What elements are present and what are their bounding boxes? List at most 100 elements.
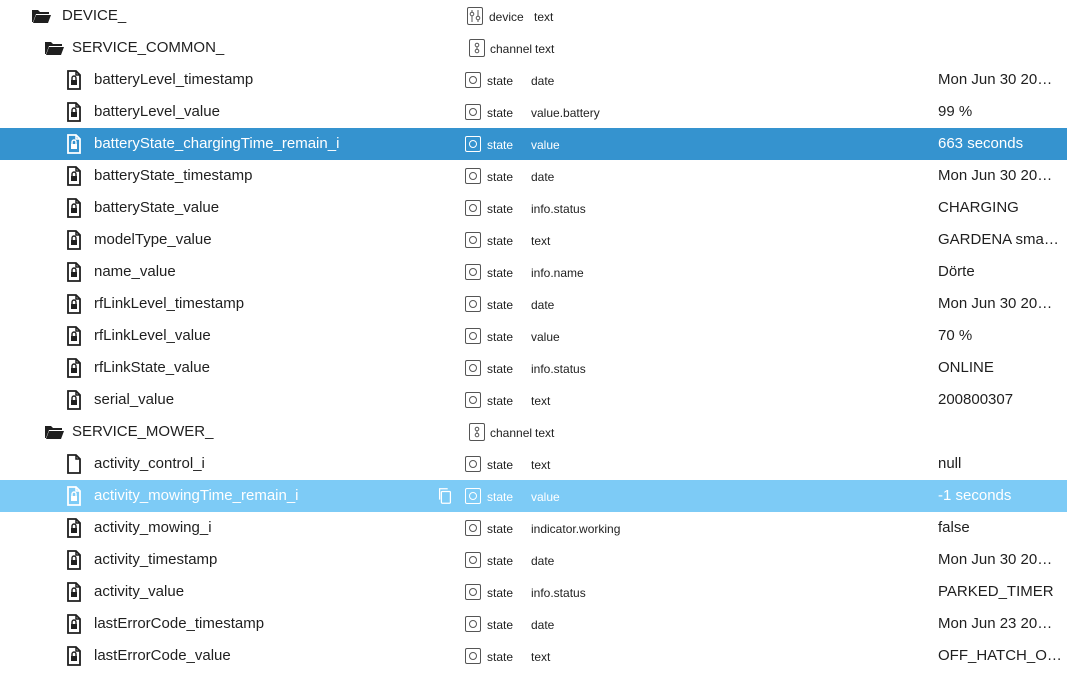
state-row[interactable]: batteryState_chargingTime_remain_i state v…: [0, 128, 1067, 160]
state-circle-icon: [465, 552, 481, 568]
state-circle-icon: [465, 72, 481, 88]
folder-open-icon: [32, 10, 51, 23]
state-type: state: [487, 266, 514, 280]
state-value: 99 %: [938, 103, 973, 120]
state-row[interactable]: name_value state info.name Dörte: [0, 256, 1067, 288]
state-circle-dot: [469, 204, 477, 212]
state-type: state: [487, 554, 514, 568]
state-role: text: [531, 234, 551, 248]
state-value: CHARGING: [938, 199, 1019, 216]
state-name: activity_mowingTime_remain_i: [94, 487, 299, 504]
file-lock-icon: [67, 166, 81, 186]
state-role: info.status: [531, 362, 586, 376]
state-name: lastErrorCode_timestamp: [94, 615, 265, 632]
channel-type: channel: [490, 426, 533, 440]
channel-type: channel: [490, 42, 533, 56]
object-tree: DEVICE_ device text SERVICE_COMMON_ channel t…: [0, 0, 1067, 679]
state-value: Mon Jun 30 20…: [938, 295, 1053, 312]
state-row[interactable]: activity_mowingTime_remain_i state value -1…: [0, 480, 1067, 512]
state-circle-icon: [465, 584, 481, 600]
channel-row[interactable]: SERVICE_COMMON_ channel text: [0, 32, 1067, 64]
state-circle-dot: [469, 332, 477, 340]
state-circle-icon: [465, 264, 481, 280]
state-value: 663 seconds: [938, 135, 1024, 152]
state-value: PARKED_TIMER: [938, 583, 1054, 600]
state-role: text: [531, 394, 551, 408]
state-circle-dot: [469, 620, 477, 628]
channel-role: text: [535, 426, 555, 440]
state-row[interactable]: rfLinkLevel_timestamp state date Mon Jun 30…: [0, 288, 1067, 320]
file-lock-icon: [67, 582, 81, 602]
state-value: OFF_HATCH_O…: [938, 647, 1062, 664]
state-row[interactable]: serial_value state text 200800307: [0, 384, 1067, 416]
state-value: 70 %: [938, 327, 973, 344]
state-type: state: [487, 490, 514, 504]
state-name: serial_value: [94, 391, 175, 408]
state-role: info.status: [531, 202, 586, 216]
state-type: state: [487, 458, 514, 472]
file-lock-icon: [67, 326, 81, 346]
channel-name: SERVICE_COMMON_: [72, 39, 225, 56]
state-circle-dot: [469, 108, 477, 116]
state-row[interactable]: activity_value state info.status PARKED_TIM…: [0, 576, 1067, 608]
state-name: rfLinkState_value: [94, 359, 210, 376]
state-name: modelType_value: [94, 231, 212, 248]
state-row[interactable]: lastErrorCode_value state text OFF_HATCH_O…: [0, 640, 1067, 672]
state-row[interactable]: activity_mowing_i state indicator.working f…: [0, 512, 1067, 544]
state-circle-dot: [469, 140, 477, 148]
state-circle-dot: [469, 556, 477, 564]
file-icon: [67, 454, 81, 474]
state-circle-icon: [465, 200, 481, 216]
state-type: state: [487, 170, 514, 184]
state-type: state: [487, 522, 514, 536]
state-row[interactable]: activity_timestamp state date Mon Jun 30 20…: [0, 544, 1067, 576]
state-circle-icon: [465, 360, 481, 376]
state-row[interactable]: modelType_value state text GARDENA sma…: [0, 224, 1067, 256]
state-circle-dot: [469, 492, 477, 500]
state-name: batteryState_chargingTime_remain_i: [94, 135, 340, 152]
state-type: state: [487, 650, 514, 664]
state-value: Dörte: [938, 263, 975, 280]
state-row[interactable]: batteryLevel_value state value.battery 99 %: [0, 96, 1067, 128]
state-circle-icon: [465, 232, 481, 248]
state-circle-icon: [465, 296, 481, 312]
copy-icon[interactable]: [436, 487, 454, 505]
state-name: lastErrorCode_value: [94, 647, 231, 664]
state-circle-dot: [469, 588, 477, 596]
file-lock-icon: [67, 198, 81, 218]
state-role: info.name: [531, 266, 584, 280]
state-name: activity_timestamp: [94, 551, 218, 568]
state-role: date: [531, 74, 555, 88]
file-lock-icon: [67, 358, 81, 378]
device-row[interactable]: DEVICE_ device text: [0, 0, 1067, 32]
state-type: state: [487, 618, 514, 632]
state-value: Mon Jun 30 20…: [938, 167, 1053, 184]
state-circle-icon: [465, 136, 481, 152]
file-lock-icon: [67, 262, 81, 282]
state-row[interactable]: lastErrorCode_timestamp state date Mon Jun …: [0, 608, 1067, 640]
state-row[interactable]: rfLinkLevel_value state value 70 %: [0, 320, 1067, 352]
state-value: GARDENA sma…: [938, 231, 1059, 248]
channel-row[interactable]: SERVICE_MOWER_ channel text: [0, 416, 1067, 448]
state-value: Mon Jun 30 20…: [938, 71, 1053, 88]
file-lock-icon: [67, 102, 81, 122]
state-circle-dot: [469, 300, 477, 308]
state-row[interactable]: batteryState_value state info.status CHARGI…: [0, 192, 1067, 224]
state-circle-icon: [465, 168, 481, 184]
state-role: value: [531, 138, 560, 152]
state-circle-icon: [465, 104, 481, 120]
state-row[interactable]: activity_control_i state text null: [0, 448, 1067, 480]
state-type: state: [487, 234, 514, 248]
state-role: info.status: [531, 586, 586, 600]
state-type: state: [487, 106, 514, 120]
file-lock-icon: [67, 646, 81, 666]
state-role: date: [531, 298, 555, 312]
state-row[interactable]: rfLinkState_value state info.status ONLINE: [0, 352, 1067, 384]
state-name: activity_mowing_i: [94, 519, 212, 536]
state-role: value: [531, 330, 560, 344]
state-name: batteryLevel_timestamp: [94, 71, 254, 88]
file-lock-icon: [67, 614, 81, 634]
state-circle-dot: [469, 268, 477, 276]
state-row[interactable]: batteryState_timestamp state date Mon Jun 3…: [0, 160, 1067, 192]
state-row[interactable]: batteryLevel_timestamp state date Mon Jun 3…: [0, 64, 1067, 96]
